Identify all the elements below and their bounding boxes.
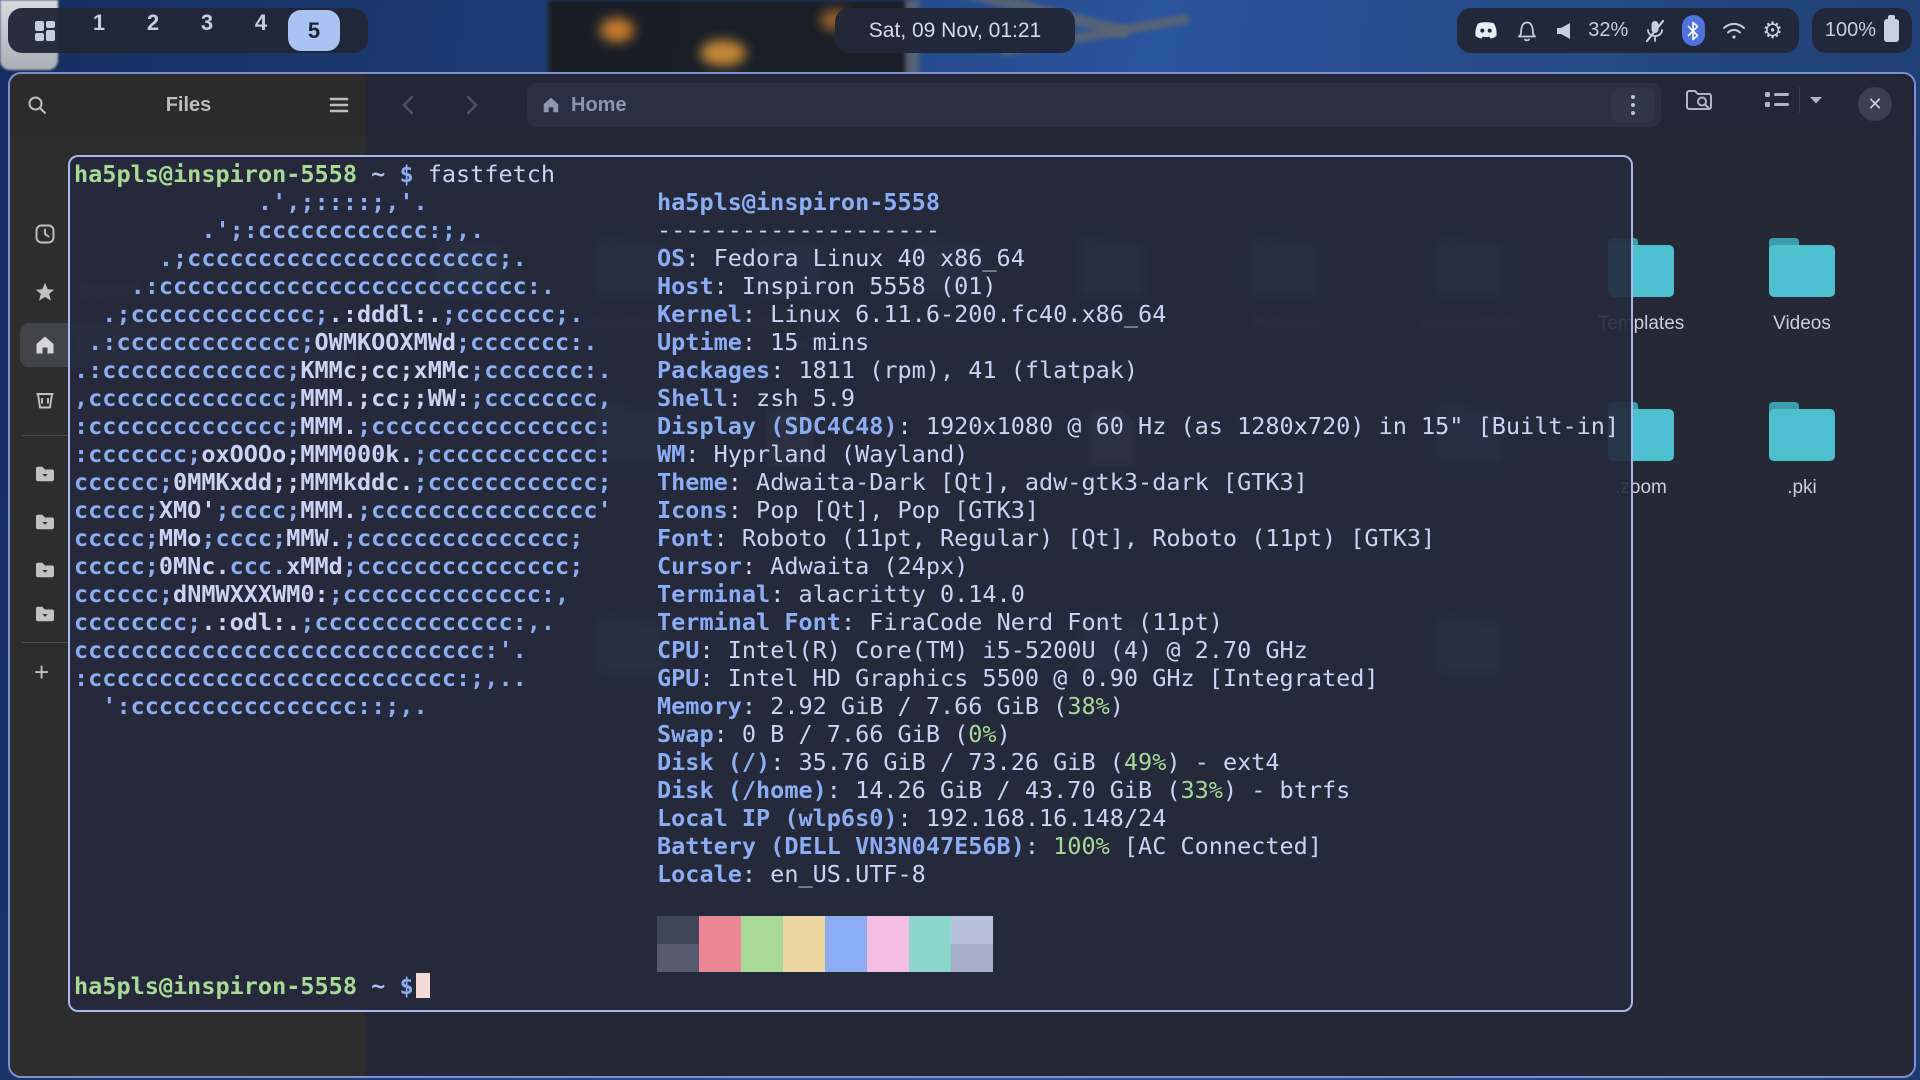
files-toolbar: Home ✕	[365, 74, 1914, 136]
palette-color-swatch	[783, 944, 825, 972]
workspace-list: 12345	[72, 10, 340, 51]
forward-button[interactable]	[455, 88, 489, 122]
back-button[interactable]	[391, 88, 425, 122]
palette-color-swatch	[909, 916, 951, 944]
folder-icon	[34, 465, 56, 483]
palette-row-1	[657, 916, 993, 944]
folder-icon	[34, 561, 56, 579]
folder-item-.pki[interactable]: .pki	[1737, 409, 1867, 499]
folder-search-icon[interactable]	[1685, 87, 1715, 113]
palette-color-swatch	[657, 916, 699, 944]
sidebar-header: Files	[10, 74, 365, 136]
palette-color-swatch	[951, 944, 993, 972]
home-icon	[541, 95, 561, 115]
mic-muted-icon[interactable]	[1644, 19, 1666, 43]
chevron-down-icon	[1808, 95, 1824, 105]
folder-icon	[1769, 245, 1835, 297]
shell-prompt-command-line: ha5pls@inspiron-5558 ~ $ fastfetch	[74, 160, 555, 188]
palette-color-swatch	[825, 916, 867, 944]
folder-label: .pki	[1787, 477, 1817, 499]
shell-prompt-input-line[interactable]: ha5pls@inspiron-5558 ~ $	[74, 972, 430, 1000]
breadcrumb-label: Home	[571, 94, 627, 117]
prompt-symbol: $	[399, 972, 413, 1000]
battery-widget[interactable]: 100%	[1812, 8, 1912, 53]
trash-icon	[34, 388, 56, 410]
palette-color-swatch	[825, 944, 867, 972]
prompt-path: ~	[371, 160, 385, 188]
volume-speaker-icon[interactable]	[1555, 21, 1573, 41]
workspace-pill[interactable]: 12345	[8, 8, 368, 53]
search-icon[interactable]	[26, 94, 48, 116]
view-toggle-button[interactable]	[1763, 87, 1824, 113]
folder-icon	[1769, 409, 1835, 461]
prompt-path: ~	[371, 972, 385, 1000]
folder-item-Videos[interactable]: Videos	[1737, 245, 1867, 335]
discord-icon[interactable]	[1473, 21, 1499, 41]
star-icon	[34, 281, 56, 303]
terminal-content[interactable]: ha5pls@inspiron-5558 ~ $ fastfetch .',;:…	[70, 157, 1631, 1010]
workspace-5[interactable]: 5	[288, 10, 340, 51]
recent-clock-icon	[34, 223, 56, 245]
app-title: Files	[166, 94, 212, 117]
palette-row-2	[657, 944, 993, 972]
palette-color-swatch	[741, 944, 783, 972]
terminal-cursor[interactable]	[416, 973, 430, 998]
workspace-1[interactable]: 1	[72, 10, 126, 51]
battery-level: 100%	[1825, 19, 1876, 42]
app-launcher-icon[interactable]	[18, 19, 72, 43]
settings-gear-icon[interactable]: ⚙	[1762, 18, 1783, 44]
fedora-ascii-logo: .',;::::;,'. .';:cccccccccccc:;,. .;cccc…	[74, 188, 612, 720]
hamburger-menu-icon[interactable]	[329, 97, 349, 113]
wifi-icon[interactable]	[1721, 21, 1747, 41]
space	[357, 160, 371, 188]
space	[357, 972, 371, 1000]
files-headerbar: Files Home	[10, 74, 1914, 136]
terminal-color-palette	[657, 916, 993, 972]
breadcrumb[interactable]: Home	[527, 83, 1661, 127]
workspace-4[interactable]: 4	[234, 10, 288, 51]
workspace-3[interactable]: 3	[180, 10, 234, 51]
palette-color-swatch	[657, 944, 699, 972]
tower-light	[700, 40, 746, 66]
clock-widget[interactable]: Sat, 09 Nov, 01:21	[835, 8, 1075, 53]
palette-color-swatch	[783, 916, 825, 944]
volume-level: 32%	[1588, 19, 1628, 42]
palette-color-swatch	[699, 916, 741, 944]
palette-color-swatch	[741, 916, 783, 944]
tower-light	[600, 18, 634, 42]
space	[385, 160, 399, 188]
prompt-user-host: ha5pls@inspiron-5558	[74, 972, 357, 1000]
folder-icon	[34, 605, 56, 623]
palette-color-swatch	[909, 944, 951, 972]
terminal-window[interactable]: ha5pls@inspiron-5558 ~ $ fastfetch .',;:…	[68, 155, 1633, 1012]
fastfetch-info: ha5pls@inspiron-5558--------------------…	[657, 188, 1619, 888]
palette-color-swatch	[951, 916, 993, 944]
palette-color-swatch	[699, 944, 741, 972]
home-icon	[34, 334, 56, 356]
plus-icon: +	[34, 662, 49, 686]
workspace-2[interactable]: 2	[126, 10, 180, 51]
bluetooth-icon[interactable]	[1682, 15, 1705, 46]
typed-command: fastfetch	[414, 160, 555, 188]
close-window-button[interactable]: ✕	[1858, 87, 1892, 121]
palette-color-swatch	[867, 916, 909, 944]
space	[385, 972, 399, 1000]
prompt-user-host: ha5pls@inspiron-5558	[74, 160, 357, 188]
system-tray[interactable]: 32% ⚙	[1457, 8, 1799, 53]
palette-color-swatch	[867, 944, 909, 972]
folder-icon	[34, 513, 56, 531]
clock-text: Sat, 09 Nov, 01:21	[869, 19, 1041, 43]
notifications-bell-icon[interactable]	[1515, 18, 1539, 44]
kebab-menu-icon[interactable]	[1611, 88, 1655, 122]
prompt-symbol: $	[399, 160, 413, 188]
folder-label: Videos	[1773, 313, 1831, 335]
battery-icon	[1884, 19, 1899, 42]
